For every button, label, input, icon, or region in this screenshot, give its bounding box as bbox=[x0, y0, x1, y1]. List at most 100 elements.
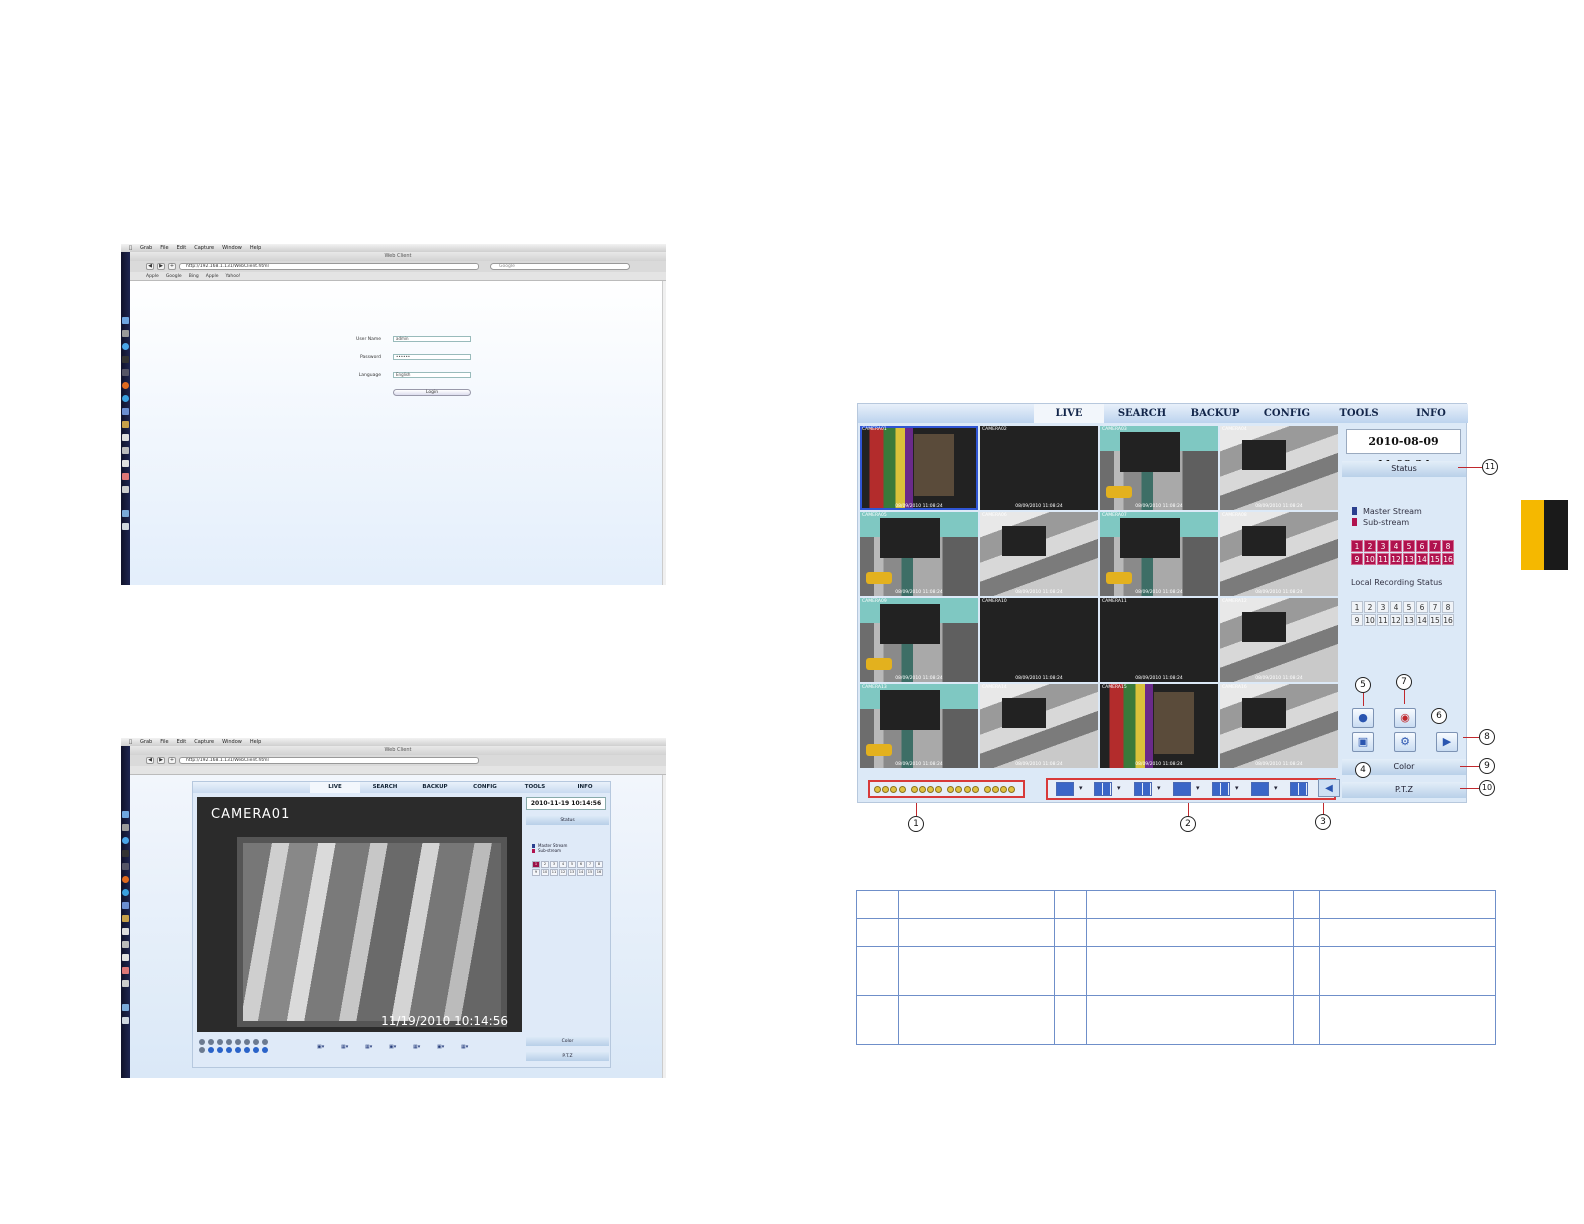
camera-video[interactable]: CAMERA01 11/19/2010 10:14:56 bbox=[197, 797, 522, 1032]
channel-dot[interactable] bbox=[217, 1039, 223, 1045]
bookmark-item[interactable]: Apple bbox=[146, 274, 159, 279]
camera-tile[interactable]: CAMERA16 08/09/2010 11:08:24 bbox=[1220, 684, 1338, 768]
calendar-icon[interactable] bbox=[122, 473, 129, 480]
safari-icon[interactable] bbox=[122, 837, 129, 844]
channel-cell[interactable]: 7 bbox=[1429, 540, 1441, 552]
channel-cell[interactable]: 2 bbox=[541, 861, 549, 868]
tab-live[interactable]: LIVE bbox=[310, 782, 360, 793]
camera-tile[interactable]: CAMERA03 08/09/2010 11:08:24 bbox=[1100, 426, 1218, 510]
menu-help[interactable]: Help bbox=[250, 739, 261, 745]
tab-live[interactable]: LIVE bbox=[1034, 404, 1104, 423]
tab-info[interactable]: INFO bbox=[560, 782, 610, 793]
ptz-button[interactable]: P.T.Z bbox=[526, 1052, 609, 1061]
safari-icon[interactable] bbox=[122, 343, 129, 350]
tab-tools[interactable]: TOOLS bbox=[510, 782, 560, 793]
firefox-icon[interactable] bbox=[122, 382, 129, 389]
app-icon[interactable] bbox=[122, 915, 129, 922]
status-button[interactable]: Status bbox=[1342, 461, 1466, 477]
camera-tile[interactable]: CAMERA10 08/09/2010 11:08:24 bbox=[980, 598, 1098, 682]
add-icon[interactable]: + bbox=[168, 757, 176, 764]
channel-cell[interactable]: 5 bbox=[568, 861, 576, 868]
menu-grab[interactable]: Grab bbox=[140, 245, 152, 251]
tab-info[interactable]: INFO bbox=[1396, 404, 1466, 423]
chevron-down-icon[interactable]: ▾ bbox=[1117, 784, 1121, 792]
channel-cell[interactable]: 11 bbox=[1377, 553, 1389, 565]
camera-tile[interactable]: CAMERA04 08/09/2010 11:08:24 bbox=[1220, 426, 1338, 510]
channel-dot[interactable] bbox=[874, 785, 881, 793]
channel-cell[interactable]: 5 bbox=[1403, 601, 1415, 613]
talk-button[interactable]: ◉ bbox=[1394, 708, 1416, 728]
channel-cell[interactable]: 16 bbox=[595, 869, 603, 876]
menu-grab[interactable]: Grab bbox=[140, 739, 152, 745]
app-icon[interactable] bbox=[122, 954, 129, 961]
channel-cell[interactable]: 6 bbox=[1416, 540, 1428, 552]
channel-cell[interactable]: 11 bbox=[1377, 614, 1389, 626]
channel-cell[interactable]: 1 bbox=[1351, 540, 1363, 552]
app-icon[interactable] bbox=[122, 421, 129, 428]
calendar-icon[interactable] bbox=[122, 967, 129, 974]
channel-cell[interactable]: 10 bbox=[541, 869, 549, 876]
channel-dot[interactable] bbox=[208, 1047, 214, 1053]
channel-cell[interactable]: 4 bbox=[1390, 540, 1402, 552]
channel-dot[interactable] bbox=[244, 1039, 250, 1045]
apple-icon[interactable]:  bbox=[129, 245, 132, 251]
app-icon[interactable] bbox=[122, 941, 129, 948]
url-field[interactable]: http://192.168.1.131/WebClient.html bbox=[179, 757, 479, 764]
channel-dot[interactable] bbox=[235, 1047, 241, 1053]
forward-icon[interactable]: ▶ bbox=[157, 263, 165, 270]
channel-cell[interactable]: 3 bbox=[1377, 601, 1389, 613]
channel-cell[interactable]: 16 bbox=[1442, 614, 1454, 626]
capture-setting-button[interactable]: ⚙ bbox=[1394, 732, 1416, 752]
user-name-input[interactable]: admin bbox=[393, 336, 471, 342]
channel-cell[interactable]: 16 bbox=[1442, 553, 1454, 565]
camera-tile[interactable]: CAMERA11 08/09/2010 11:08:24 bbox=[1100, 598, 1218, 682]
bookmark-item[interactable]: Apple bbox=[206, 274, 219, 279]
camera-tile[interactable]: CAMERA01 08/09/2010 11:08:24 bbox=[860, 426, 978, 510]
channel-dot[interactable] bbox=[926, 785, 934, 793]
tab-search[interactable]: SEARCH bbox=[360, 782, 410, 793]
channel-dot[interactable] bbox=[955, 785, 963, 793]
channel-cell[interactable]: 2 bbox=[1364, 540, 1376, 552]
menu-file[interactable]: File bbox=[160, 739, 168, 745]
layout-9-icon[interactable]: ▦▾ bbox=[413, 1042, 433, 1052]
channel-cell[interactable]: 1 bbox=[1351, 601, 1363, 613]
channel-cell[interactable]: 2 bbox=[1364, 601, 1376, 613]
layout-8-icon[interactable] bbox=[1173, 782, 1191, 796]
chevron-down-icon[interactable]: ▾ bbox=[1196, 784, 1200, 792]
channel-cell[interactable]: 8 bbox=[1442, 601, 1454, 613]
channel-cell[interactable]: 4 bbox=[1390, 601, 1402, 613]
trash-icon[interactable] bbox=[122, 1017, 129, 1024]
channel-dot[interactable] bbox=[253, 1039, 259, 1045]
chevron-down-icon[interactable]: ▾ bbox=[1157, 784, 1161, 792]
channel-cell[interactable]: 12 bbox=[1390, 614, 1402, 626]
dashboard-icon[interactable] bbox=[122, 824, 129, 831]
camera-tile[interactable]: CAMERA07 08/09/2010 11:08:24 bbox=[1100, 512, 1218, 596]
channel-dot[interactable] bbox=[217, 1047, 223, 1053]
channel-dot[interactable] bbox=[1008, 785, 1016, 793]
folder-icon[interactable] bbox=[122, 1004, 129, 1011]
channel-cell[interactable]: 7 bbox=[1429, 601, 1441, 613]
tab-config[interactable]: CONFIG bbox=[1251, 404, 1323, 423]
channel-dot[interactable] bbox=[235, 1039, 241, 1045]
channel-dot[interactable] bbox=[262, 1047, 268, 1053]
channel-cell[interactable]: 14 bbox=[1416, 614, 1428, 626]
channel-cell[interactable]: 14 bbox=[1416, 553, 1428, 565]
tab-tools[interactable]: TOOLS bbox=[1324, 404, 1394, 423]
apple-icon[interactable]:  bbox=[129, 739, 132, 745]
audio-icon[interactable]: ◀ bbox=[1318, 779, 1340, 797]
bookmark-item[interactable]: Bing bbox=[189, 274, 199, 279]
layout-16-icon[interactable]: ▦▾ bbox=[461, 1042, 481, 1052]
record-button[interactable]: ● bbox=[1352, 708, 1374, 728]
channel-dot[interactable] bbox=[208, 1039, 214, 1045]
channel-cell[interactable]: 9 bbox=[1351, 614, 1363, 626]
channel-dot[interactable] bbox=[253, 1047, 259, 1053]
layout-6-icon[interactable]: ▦▾ bbox=[365, 1042, 385, 1052]
search-input[interactable]: Google bbox=[490, 263, 630, 270]
channel-cell[interactable]: 10 bbox=[1364, 553, 1376, 565]
back-icon[interactable]: ◀ bbox=[146, 263, 154, 270]
channel-cell[interactable]: 11 bbox=[550, 869, 558, 876]
channel-dot[interactable] bbox=[890, 785, 898, 793]
bookmark-item[interactable]: Yahoo! bbox=[226, 274, 241, 279]
app-icon[interactable] bbox=[122, 460, 129, 467]
tab-backup[interactable]: BACKUP bbox=[1180, 404, 1250, 423]
